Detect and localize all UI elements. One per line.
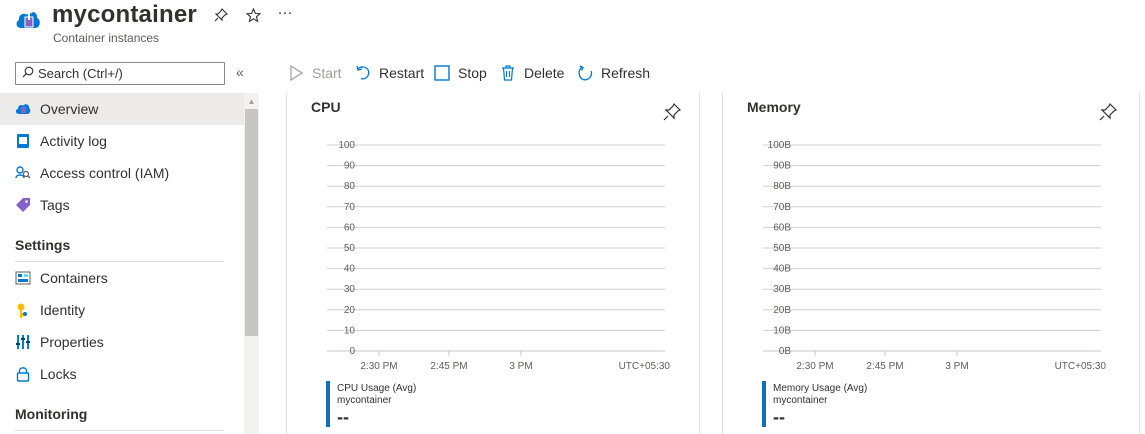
- y-tick-label: 20B: [773, 305, 791, 316]
- page-subtitle: Container instances: [53, 31, 160, 45]
- more-options-button[interactable]: ···: [276, 3, 294, 21]
- restart-button[interactable]: Restart: [355, 63, 424, 83]
- sidebar-item-access-control[interactable]: Access control (IAM): [0, 157, 244, 189]
- y-tick-label: 10B: [773, 325, 791, 336]
- legend-series-name: CPU Usage (Avg): [337, 383, 417, 394]
- container-instance-icon: [14, 6, 42, 34]
- settings-heading: Settings: [15, 237, 71, 253]
- section-divider: [15, 430, 224, 431]
- timezone-label: UTC+05:30: [619, 361, 671, 372]
- sidebar-item-locks[interactable]: Locks: [0, 358, 244, 390]
- start-button[interactable]: Start: [288, 63, 342, 83]
- y-tick-label: 100B: [768, 140, 792, 151]
- sidebar-item-label: Overview: [40, 101, 99, 117]
- stop-button[interactable]: Stop: [434, 63, 487, 83]
- sidebar-item-overview[interactable]: Overview: [0, 93, 244, 125]
- collapse-sidebar-button[interactable]: «: [236, 64, 244, 80]
- restart-icon: [355, 65, 371, 81]
- y-tick-label: 20: [344, 305, 356, 316]
- play-icon: [288, 65, 304, 81]
- page-title: mycontainer: [52, 1, 197, 28]
- y-tick-label: 70: [344, 202, 356, 213]
- sidebar-item-label: Tags: [40, 197, 70, 213]
- y-tick-label: 50B: [773, 243, 791, 254]
- stop-icon: [434, 65, 450, 81]
- scroll-up-arrow-icon[interactable]: ▲: [244, 94, 259, 108]
- activity-log-icon: [15, 133, 31, 149]
- sidebar-item-label: Activity log: [40, 133, 107, 149]
- x-tick-label: 2:30 PM: [360, 361, 397, 372]
- iam-icon: [15, 165, 31, 181]
- delete-label: Delete: [524, 65, 565, 81]
- monitoring-heading: Monitoring: [15, 406, 88, 422]
- refresh-button[interactable]: Refresh: [577, 63, 650, 83]
- sidebar: Overview Activity log Access control (IA…: [0, 93, 244, 434]
- stop-label: Stop: [458, 65, 487, 81]
- cpu-chart: 10090807060504030201002:30 PM 2:45 PM 3 PM…: [327, 140, 671, 372]
- containers-icon: [15, 270, 31, 286]
- search-field[interactable]: [15, 62, 225, 85]
- y-tick-label: 30B: [773, 284, 791, 295]
- search-input[interactable]: [38, 66, 218, 81]
- y-tick-label: 40: [344, 264, 356, 275]
- sidebar-item-containers[interactable]: Containers: [0, 262, 244, 294]
- sidebar-item-label: Access control (IAM): [40, 165, 170, 181]
- y-tick-label: 0: [349, 346, 355, 357]
- x-tick-label: 2:45 PM: [866, 361, 903, 372]
- y-tick-label: 30: [344, 284, 356, 295]
- y-tick-label: 70B: [773, 202, 791, 213]
- legend-resource-name: mycontainer: [337, 395, 392, 406]
- sidebar-item-identity[interactable]: Identity: [0, 294, 244, 326]
- star-icon[interactable]: [244, 6, 262, 24]
- y-tick-label: 10: [344, 325, 356, 336]
- x-tick-label: 2:45 PM: [430, 361, 467, 372]
- y-tick-label: 60: [344, 222, 356, 233]
- x-tick-label: 2:30 PM: [796, 361, 833, 372]
- series-color-swatch: [326, 381, 330, 427]
- tag-icon: [15, 197, 31, 213]
- y-tick-label: 90B: [773, 161, 791, 172]
- identity-key-icon: [15, 302, 31, 318]
- page-header: mycontainer Container instances ···: [0, 0, 1145, 50]
- x-tick-label: 3 PM: [945, 361, 968, 372]
- restart-label: Restart: [379, 65, 425, 81]
- timezone-label: UTC+05:30: [1055, 361, 1107, 372]
- container-cloud-icon: [15, 101, 31, 117]
- series-color-swatch: [762, 381, 766, 427]
- legend-series-name: Memory Usage (Avg): [773, 383, 868, 394]
- refresh-label: Refresh: [601, 65, 651, 81]
- y-tick-label: 60B: [773, 222, 791, 233]
- legend-value: --: [773, 407, 785, 427]
- sidebar-item-label: Containers: [40, 270, 108, 286]
- delete-button[interactable]: Delete: [500, 63, 564, 83]
- y-tick-label: 90: [344, 161, 356, 172]
- sidebar-item-label: Locks: [40, 366, 77, 382]
- y-tick-label: 0B: [779, 346, 792, 357]
- search-icon: [22, 65, 34, 83]
- cpu-chart-panel[interactable]: CPU 100 90 80 70 60 50 40 30 20 10 0 2:30 PM 2:45 PM…: [286, 93, 700, 434]
- x-tick-label: 3 PM: [509, 361, 532, 372]
- sidebar-item-properties[interactable]: Properties: [0, 326, 244, 358]
- properties-icon: [15, 334, 31, 350]
- memory-chart-panel[interactable]: Memory 100B 90B 80B 70B 60B 50B 40B 30B 20B 10B 0B…: [722, 93, 1140, 434]
- memory-chart: 100B 90B 80B 70B 60B 50B 40B 30B 20B 10B 0B 2:30 PM…: [763, 140, 1107, 372]
- trash-icon: [500, 65, 516, 81]
- y-tick-label: 50: [344, 243, 356, 254]
- legend-value: --: [337, 407, 349, 427]
- scrollbar-thumb[interactable]: [245, 109, 258, 336]
- refresh-icon: [577, 65, 593, 81]
- sidebar-item-label: Properties: [40, 334, 104, 350]
- start-label: Start: [312, 65, 342, 81]
- sidebar-item-label: Identity: [40, 302, 86, 318]
- y-tick-label: 100: [338, 140, 355, 151]
- pin-icon[interactable]: [212, 6, 230, 24]
- legend-resource-name: mycontainer: [773, 395, 828, 406]
- lock-icon: [15, 366, 31, 382]
- y-tick-label: 80B: [773, 181, 791, 192]
- y-tick-label: 80: [344, 181, 356, 192]
- y-tick-label: 40B: [773, 264, 791, 275]
- sidebar-item-activity-log[interactable]: Activity log: [0, 125, 244, 157]
- sidebar-item-tags[interactable]: Tags: [0, 189, 244, 221]
